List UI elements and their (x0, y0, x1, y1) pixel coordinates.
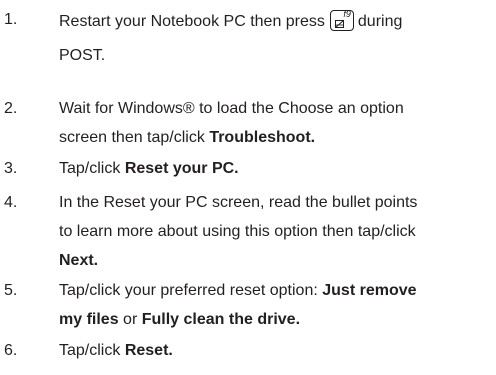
step-text: Restart your Notebook PC then press f9 dur… (59, 7, 490, 70)
step-number: 4. (4, 194, 18, 211)
step-text-segment: during (357, 13, 403, 30)
step-text: In the Reset your PC screen, read the bu… (59, 188, 490, 275)
step-text-emphasis: Reset. (124, 342, 173, 359)
touchpad-icon (334, 20, 344, 28)
f9-key-icon: f9 (329, 9, 354, 31)
step-number: 3. (4, 160, 18, 177)
step-text-emphasis: Just remove (322, 282, 417, 299)
step-text-segment: screen then tap/click (59, 129, 205, 146)
step-text: Tap/click Reset. (59, 336, 490, 365)
step-text-segment: Tap/click (59, 342, 121, 359)
key-label: f9 (343, 9, 351, 19)
step-text-emphasis: Reset your PC. (124, 160, 239, 177)
step-text-segment: Tap/click your preferred reset option: (59, 282, 318, 299)
step-text-segment: or (123, 311, 138, 328)
step-number: 6. (4, 342, 18, 359)
step-text: Tap/click Reset your PC. (59, 154, 490, 183)
step-text-line: to learn more about using this option th… (59, 223, 416, 240)
step-text-emphasis: Troubleshoot. (209, 129, 316, 146)
step-number: 2. (4, 100, 18, 117)
instruction-list: 1. Restart your Notebook PC then press f9… (0, 0, 496, 375)
step-number: 1. (4, 11, 18, 28)
step-text-emphasis: Next. (59, 252, 99, 269)
step-text-line: Wait for Windows® to load the Choose an … (59, 100, 404, 117)
step-text-emphasis: Fully clean the drive. (141, 311, 301, 328)
step-text-line: POST. (59, 47, 106, 64)
step-text-segment: Tap/click (59, 160, 121, 177)
step-text-emphasis: my files (59, 311, 119, 328)
step-text: Wait for Windows® to load the Choose an … (59, 94, 490, 152)
step-number: 5. (4, 282, 18, 299)
step-text-line: In the Reset your PC screen, read the bu… (59, 194, 418, 211)
step-text: Tap/click your preferred reset option: J… (59, 276, 490, 334)
step-text-segment: Restart your Notebook PC then press (59, 13, 325, 30)
